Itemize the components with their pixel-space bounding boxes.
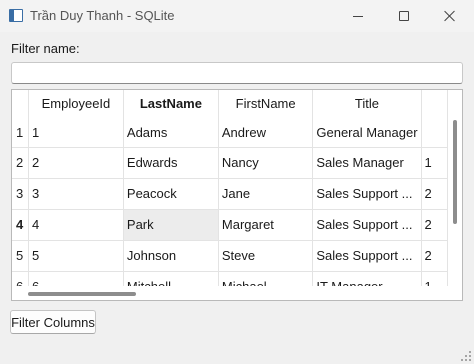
row-header[interactable]: 3 (12, 178, 29, 210)
table-cell[interactable] (421, 116, 448, 148)
row-header[interactable]: 2 (12, 147, 29, 179)
table-cell[interactable]: Adams (123, 116, 219, 148)
table-cell[interactable]: 2 (421, 178, 448, 210)
minimize-button[interactable] (335, 0, 381, 32)
table-cell[interactable]: Steve (218, 240, 314, 272)
table-row[interactable]: 3 3 Peacock Jane Sales Support ... 2 (12, 178, 448, 210)
row-header[interactable]: 5 (12, 240, 29, 272)
table-cell[interactable]: Johnson (123, 240, 219, 272)
table-cell[interactable]: 1 (421, 271, 448, 286)
table-cell[interactable]: 4 (28, 209, 124, 241)
column-header-firstname[interactable]: FirstName (218, 90, 314, 116)
table-cell[interactable]: Jane (218, 178, 314, 210)
table-cell[interactable]: General Manager (312, 116, 422, 148)
horizontal-scroll-thumb[interactable] (28, 292, 136, 296)
filter-name-label: Filter name: (11, 41, 80, 56)
table-cell[interactable]: Peacock (123, 178, 219, 210)
horizontal-scrollbar[interactable] (12, 286, 448, 300)
column-header-employeeid[interactable]: EmployeeId (28, 90, 124, 116)
resize-grip-icon[interactable] (461, 351, 471, 361)
vertical-scrollbar[interactable] (448, 90, 462, 300)
table-cell[interactable]: Michael (218, 271, 314, 286)
row-header[interactable]: 6 (12, 271, 29, 286)
title-bar[interactable]: Trần Duy Thanh - SQLite (0, 0, 474, 32)
table-row[interactable]: 6 6 Mitchell Michael IT Manager 1 (12, 271, 448, 286)
table-cell-selected[interactable]: Park (123, 209, 219, 241)
table-cell[interactable]: IT Manager (312, 271, 422, 286)
table-cell[interactable]: Mitchell (123, 271, 219, 286)
table-cell[interactable]: Sales Support ... (312, 178, 422, 210)
table-cell[interactable]: Sales Manager (312, 147, 422, 179)
employee-grid: EmployeeId LastName FirstName Title 1 1 … (12, 90, 448, 286)
table-cell[interactable]: 5 (28, 240, 124, 272)
minimize-icon (353, 15, 363, 17)
close-button[interactable] (427, 0, 473, 32)
corner-button[interactable] (12, 90, 29, 116)
column-header-extra[interactable] (421, 90, 448, 116)
filter-columns-button[interactable]: Filter Columns (10, 310, 96, 334)
table-cell[interactable]: 6 (28, 271, 124, 286)
employee-table[interactable]: EmployeeId LastName FirstName Title 1 1 … (11, 89, 463, 301)
table-cell[interactable]: Sales Support ... (312, 240, 422, 272)
table-row[interactable]: 5 5 Johnson Steve Sales Support ... 2 (12, 240, 448, 272)
row-header-current[interactable]: 4 (12, 209, 29, 241)
column-header-row: EmployeeId LastName FirstName Title (12, 90, 448, 116)
table-cell[interactable]: Andrew (218, 116, 314, 148)
maximize-icon (399, 11, 409, 21)
vertical-scroll-thumb[interactable] (453, 120, 457, 224)
table-cell[interactable]: 2 (421, 209, 448, 241)
table-cell[interactable]: 1 (28, 116, 124, 148)
table-cell[interactable]: Margaret (218, 209, 314, 241)
app-window-icon (9, 9, 23, 22)
table-cell[interactable]: 3 (28, 178, 124, 210)
filter-name-input[interactable] (11, 62, 463, 84)
table-row[interactable]: 1 1 Adams Andrew General Manager (12, 116, 448, 148)
column-header-title[interactable]: Title (312, 90, 422, 116)
table-row[interactable]: 2 2 Edwards Nancy Sales Manager 1 (12, 147, 448, 179)
table-cell[interactable]: Sales Support ... (312, 209, 422, 241)
window-title: Trần Duy Thanh - SQLite (30, 8, 175, 23)
column-header-lastname[interactable]: LastName (123, 90, 219, 116)
table-cell[interactable]: 2 (421, 240, 448, 272)
table-row[interactable]: 4 4 Park Margaret Sales Support ... 2 (12, 209, 448, 241)
table-cell[interactable]: 2 (28, 147, 124, 179)
table-cell[interactable]: 1 (421, 147, 448, 179)
table-cell[interactable]: Nancy (218, 147, 314, 179)
close-icon (444, 10, 456, 22)
table-viewport: EmployeeId LastName FirstName Title 1 1 … (12, 90, 448, 286)
table-cell[interactable]: Edwards (123, 147, 219, 179)
row-header[interactable]: 1 (12, 116, 29, 148)
maximize-button[interactable] (381, 0, 427, 32)
